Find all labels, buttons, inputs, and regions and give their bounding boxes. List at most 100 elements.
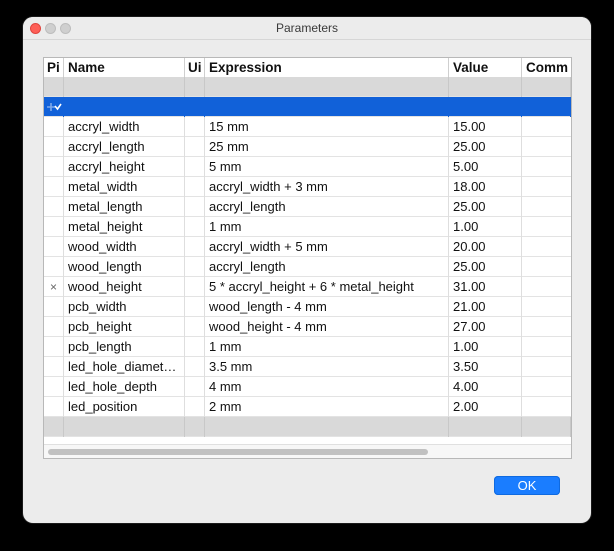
parameter-value[interactable]: 1.00 [449,337,522,357]
parameter-expression[interactable]: accryl_width + 5 mm [205,237,449,257]
parameter-expression[interactable]: accryl_length [205,197,449,217]
parameter-unit[interactable] [185,397,205,417]
row-marker[interactable] [44,357,64,377]
column-header-value[interactable]: Value [449,58,522,77]
parameter-value[interactable]: 25.00 [449,257,522,277]
parameter-expression[interactable]: 3.5 mm [205,357,449,377]
parameter-unit[interactable] [185,297,205,317]
parameter-expression[interactable]: accryl_length [205,257,449,277]
table-row[interactable]: metal_width accryl_width + 3 mm 18.00 [44,177,571,197]
parameter-expression[interactable]: 1 mm [205,217,449,237]
parameter-unit[interactable] [185,377,205,397]
table-row[interactable]: pcb_height wood_height - 4 mm 27.00 [44,317,571,337]
scrollbar-thumb[interactable] [48,449,428,455]
row-marker[interactable] [44,197,64,217]
parameter-unit[interactable] [185,177,205,197]
parameter-name[interactable]: accryl_length [64,137,185,157]
parameter-expression[interactable]: 5 * accryl_height + 6 * metal_height [205,277,449,297]
parameter-value[interactable]: 31.00 [449,277,522,297]
row-marker[interactable] [44,177,64,197]
parameter-name[interactable]: accryl_height [64,157,185,177]
parameter-name[interactable]: wood_height [64,277,185,297]
table-row[interactable]: pcb_width wood_length - 4 mm 21.00 [44,297,571,317]
table-row[interactable]: accryl_height 5 mm 5.00 [44,157,571,177]
selected-row[interactable] [44,97,571,117]
parameter-expression[interactable]: 4 mm [205,377,449,397]
parameter-unit[interactable] [185,117,205,137]
parameter-value[interactable]: 21.00 [449,297,522,317]
parameter-unit[interactable] [185,337,205,357]
parameter-expression[interactable]: 1 mm [205,337,449,357]
parameter-value[interactable]: 25.00 [449,137,522,157]
table-row[interactable]: metal_length accryl_length 25.00 [44,197,571,217]
parameter-unit[interactable] [185,237,205,257]
selected-row-comment[interactable] [522,97,571,117]
table-row[interactable]: × wood_height 5 * accryl_height + 6 * meta… [44,277,571,297]
selected-row-name[interactable] [64,97,185,117]
parameter-expression[interactable]: 2 mm [205,397,449,417]
parameter-unit[interactable] [185,197,205,217]
row-marker[interactable] [44,397,64,417]
table-row[interactable]: pcb_length 1 mm 1.00 [44,337,571,357]
parameter-comment[interactable] [522,337,571,357]
parameter-comment[interactable] [522,297,571,317]
selected-row-expression[interactable] [205,97,449,117]
parameter-value[interactable]: 1.00 [449,217,522,237]
pin-add-icon[interactable] [46,100,64,114]
parameter-expression[interactable]: accryl_width + 3 mm [205,177,449,197]
parameter-comment[interactable] [522,217,571,237]
delete-x-icon[interactable]: × [44,277,64,297]
parameter-value[interactable]: 27.00 [449,317,522,337]
parameter-comment[interactable] [522,377,571,397]
parameter-unit[interactable] [185,357,205,377]
column-header-name[interactable]: Name [64,58,185,77]
parameter-name[interactable]: pcb_height [64,317,185,337]
column-header-expression[interactable]: Expression [205,58,449,77]
parameter-name[interactable]: metal_width [64,177,185,197]
parameter-unit[interactable] [185,217,205,237]
row-marker[interactable] [44,157,64,177]
parameter-value[interactable]: 25.00 [449,197,522,217]
column-header-unit[interactable]: Ui [185,58,205,77]
parameter-name[interactable]: wood_length [64,257,185,277]
horizontal-scrollbar[interactable] [44,444,571,458]
row-marker[interactable] [44,297,64,317]
parameter-expression[interactable]: 5 mm [205,157,449,177]
parameter-expression[interactable]: wood_length - 4 mm [205,297,449,317]
parameter-comment[interactable] [522,157,571,177]
table-row[interactable]: metal_height 1 mm 1.00 [44,217,571,237]
group-row-bottom[interactable] [44,417,571,437]
parameter-comment[interactable] [522,137,571,157]
parameter-name[interactable]: led_hole_diamet… [64,357,185,377]
parameter-expression[interactable]: 25 mm [205,137,449,157]
parameter-value[interactable]: 3.50 [449,357,522,377]
table-row[interactable]: led_hole_depth 4 mm 4.00 [44,377,571,397]
parameter-value[interactable]: 15.00 [449,117,522,137]
parameter-value[interactable]: 5.00 [449,157,522,177]
parameter-value[interactable]: 4.00 [449,377,522,397]
row-marker[interactable] [44,317,64,337]
parameter-value[interactable]: 2.00 [449,397,522,417]
table-row[interactable]: accryl_length 25 mm 25.00 [44,137,571,157]
row-marker[interactable] [44,237,64,257]
parameter-name[interactable]: metal_height [64,217,185,237]
parameter-comment[interactable] [522,317,571,337]
parameter-name[interactable]: led_position [64,397,185,417]
row-marker[interactable] [44,217,64,237]
parameter-name[interactable]: accryl_width [64,117,185,137]
parameter-name[interactable]: pcb_width [64,297,185,317]
table-row[interactable]: wood_width accryl_width + 5 mm 20.00 [44,237,571,257]
row-marker[interactable] [44,117,64,137]
parameter-name[interactable]: led_hole_depth [64,377,185,397]
selected-row-marker[interactable] [44,97,64,117]
column-header-pin[interactable]: Pi [44,58,64,77]
parameter-name[interactable]: pcb_length [64,337,185,357]
parameter-comment[interactable] [522,177,571,197]
selected-row-value[interactable] [449,97,522,117]
table-row[interactable]: led_position 2 mm 2.00 [44,397,571,417]
table-row[interactable]: led_hole_diamet… 3.5 mm 3.50 [44,357,571,377]
row-marker[interactable] [44,377,64,397]
table-row[interactable]: wood_length accryl_length 25.00 [44,257,571,277]
selected-row-unit[interactable] [185,97,205,117]
column-header-comment[interactable]: Comm [522,58,571,77]
